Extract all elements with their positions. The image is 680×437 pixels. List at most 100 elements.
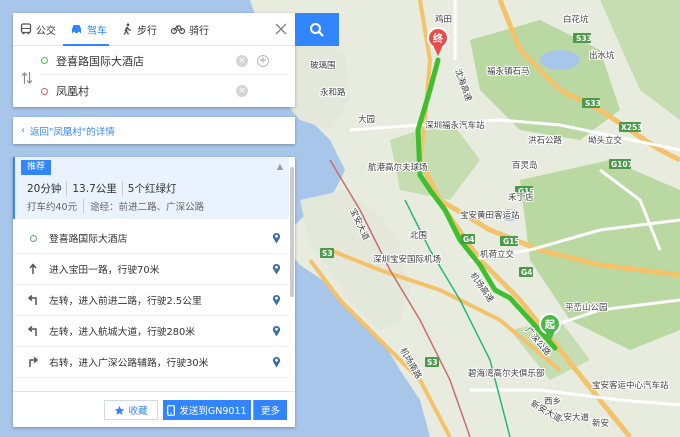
summary-duration: 20分钟 <box>27 183 62 195</box>
place-label: 北围 <box>410 231 427 241</box>
svg-text:G107: G107 <box>611 160 633 169</box>
star-icon <box>115 405 125 415</box>
bike-icon <box>171 25 185 35</box>
send-to-device-button[interactable]: 发送到GN9011 <box>163 400 251 420</box>
route-result-panel: 推荐 ▲ 20分钟 13.7公里 5个红绿灯 打车约40元 途经：前进二路、广深… <box>13 157 295 427</box>
search-button[interactable] <box>295 13 339 46</box>
shield-g4-b: G4 <box>519 267 533 277</box>
travel-mode-bar: 公交 驾车 步行 骑行 <box>13 13 295 46</box>
back-link-label: 返回"凤凰村"的详情 <box>30 126 115 138</box>
bus-icon <box>20 23 32 35</box>
svg-text:S3: S3 <box>322 249 333 258</box>
route-step[interactable]: 左转，进入前进二路，行驶2.5公里 <box>13 285 289 316</box>
place-label: 鸡田 <box>435 14 452 25</box>
summary-subline: 打车约40元 途经：前进二路、广深公路 <box>27 199 204 213</box>
shield-s3-b: S3 <box>425 357 439 367</box>
mode-walk[interactable]: 步行 <box>114 13 164 46</box>
step-text: 左转，进入航城大道，行驶280米 <box>49 327 196 338</box>
route-step[interactable]: 右转，进入广深公路辅路，行驶30米 <box>13 347 289 378</box>
search-icon <box>310 22 324 37</box>
turn-right-icon <box>27 356 39 368</box>
start-input[interactable] <box>56 54 226 67</box>
step-text: 左转，进入前进二路，行驶2.5公里 <box>49 296 202 307</box>
place-label: 玻璃围 <box>310 60 336 71</box>
place-label: 白花坑 <box>563 14 589 25</box>
place-label: 深圳福永汽车站 <box>425 120 485 131</box>
shield-x253: X253 <box>619 122 642 132</box>
mode-drive[interactable]: 驾车 <box>63 13 114 46</box>
place-label: 福永镇石马 <box>487 66 530 77</box>
place-label: 宝安客运中心汽车站 <box>592 380 669 391</box>
end-input[interactable] <box>56 84 226 98</box>
map-pin-icon[interactable] <box>272 325 281 337</box>
end-row: × <box>41 77 287 105</box>
mode-label: 步行 <box>137 25 157 37</box>
mode-transit[interactable]: 公交 <box>13 13 63 46</box>
map-lake-1 <box>540 50 580 70</box>
chevron-left-icon: ‹ <box>21 125 25 136</box>
close-icon[interactable] <box>273 21 289 37</box>
map-pin-icon[interactable] <box>272 263 281 275</box>
map-pin-icon[interactable] <box>272 356 281 368</box>
start-dot-icon <box>41 57 48 64</box>
place-label: 机荷立交 <box>480 249 515 260</box>
mode-label: 驾车 <box>87 25 107 37</box>
clear-end-icon[interactable]: × <box>236 85 248 97</box>
summary-taxi: 打车约40元 <box>27 202 78 213</box>
place-label: 碧海湾高尔夫俱乐部 <box>468 368 545 379</box>
place-label: 新安 <box>592 418 609 429</box>
summary-distance: 13.7公里 <box>66 181 121 196</box>
place-label: 永和路 <box>320 87 346 98</box>
start-row: × + <box>41 47 287 75</box>
route-search-panel: 公交 驾车 步行 骑行 × + × <box>13 13 295 107</box>
svg-text:G4: G4 <box>463 235 474 244</box>
more-label: 更多 <box>260 406 280 417</box>
car-icon <box>72 25 81 35</box>
map-pin-icon[interactable] <box>272 232 281 244</box>
end-dot-icon <box>41 87 48 95</box>
summary-stats: 20分钟 13.7公里 5个红绿灯 <box>27 181 181 196</box>
svg-text:S3: S3 <box>427 358 438 367</box>
favorite-label: 收藏 <box>128 406 148 417</box>
shield-s33: S33 <box>573 33 592 43</box>
phone-icon <box>167 404 176 416</box>
place-label: 深圳宝安国际机场 <box>373 254 441 265</box>
place-label: 大园 <box>358 114 375 125</box>
straight-arrow-icon <box>27 263 39 275</box>
route-summary[interactable]: 推荐 ▲ 20分钟 13.7公里 5个红绿灯 打车约40元 途经：前进二路、广深… <box>13 157 289 219</box>
send-label: 发送到GN9011 <box>179 406 247 417</box>
map-pin-icon[interactable] <box>272 294 281 306</box>
clear-start-icon[interactable]: × <box>236 55 248 67</box>
shield-g4: G4 <box>461 234 475 244</box>
svg-text:S33: S33 <box>576 34 592 43</box>
end-marker-label: 终 <box>433 32 444 45</box>
back-to-details-link[interactable]: ‹ 返回"凤凰村"的详情 <box>13 117 295 144</box>
place-label: 坳头立交 <box>588 135 623 146</box>
add-waypoint-icon[interactable]: + <box>257 55 269 67</box>
route-step[interactable]: 进入宝田一路，行驶70米 <box>13 254 289 285</box>
result-scrollbar[interactable] <box>290 167 294 297</box>
route-step[interactable]: 左转，进入航城大道，行驶280米 <box>13 316 289 347</box>
shield-g15-b: G15 <box>500 236 520 246</box>
more-button[interactable]: 更多 <box>253 400 287 420</box>
swap-icon[interactable] <box>21 71 33 85</box>
route-inputs: × + × <box>13 47 295 107</box>
mode-label: 公交 <box>36 25 56 37</box>
collapse-arrow-icon[interactable]: ▲ <box>277 162 283 171</box>
shield-s3: S3 <box>320 248 334 258</box>
mode-bike[interactable]: 骑行 <box>164 13 216 46</box>
shield-s33-b: S33 <box>582 98 601 108</box>
turn-left-icon <box>27 294 39 306</box>
place-label: 航港高尔夫球场 <box>368 162 428 173</box>
route-step[interactable]: 登喜路国际大酒店 <box>13 223 289 254</box>
favorite-button[interactable]: 收藏 <box>104 400 158 420</box>
step-text: 登喜路国际大酒店 <box>49 234 128 245</box>
summary-lights: 5个红绿灯 <box>121 181 182 196</box>
walk-icon <box>123 23 131 35</box>
svg-text:X253: X253 <box>621 123 642 132</box>
svg-text:G4: G4 <box>521 268 532 277</box>
recommended-badge: 推荐 <box>21 160 52 175</box>
place-label: 禾丁店 <box>508 192 534 203</box>
step-text: 进入宝田一路，行驶70米 <box>49 265 160 276</box>
shield-g107: G107 <box>609 159 633 169</box>
